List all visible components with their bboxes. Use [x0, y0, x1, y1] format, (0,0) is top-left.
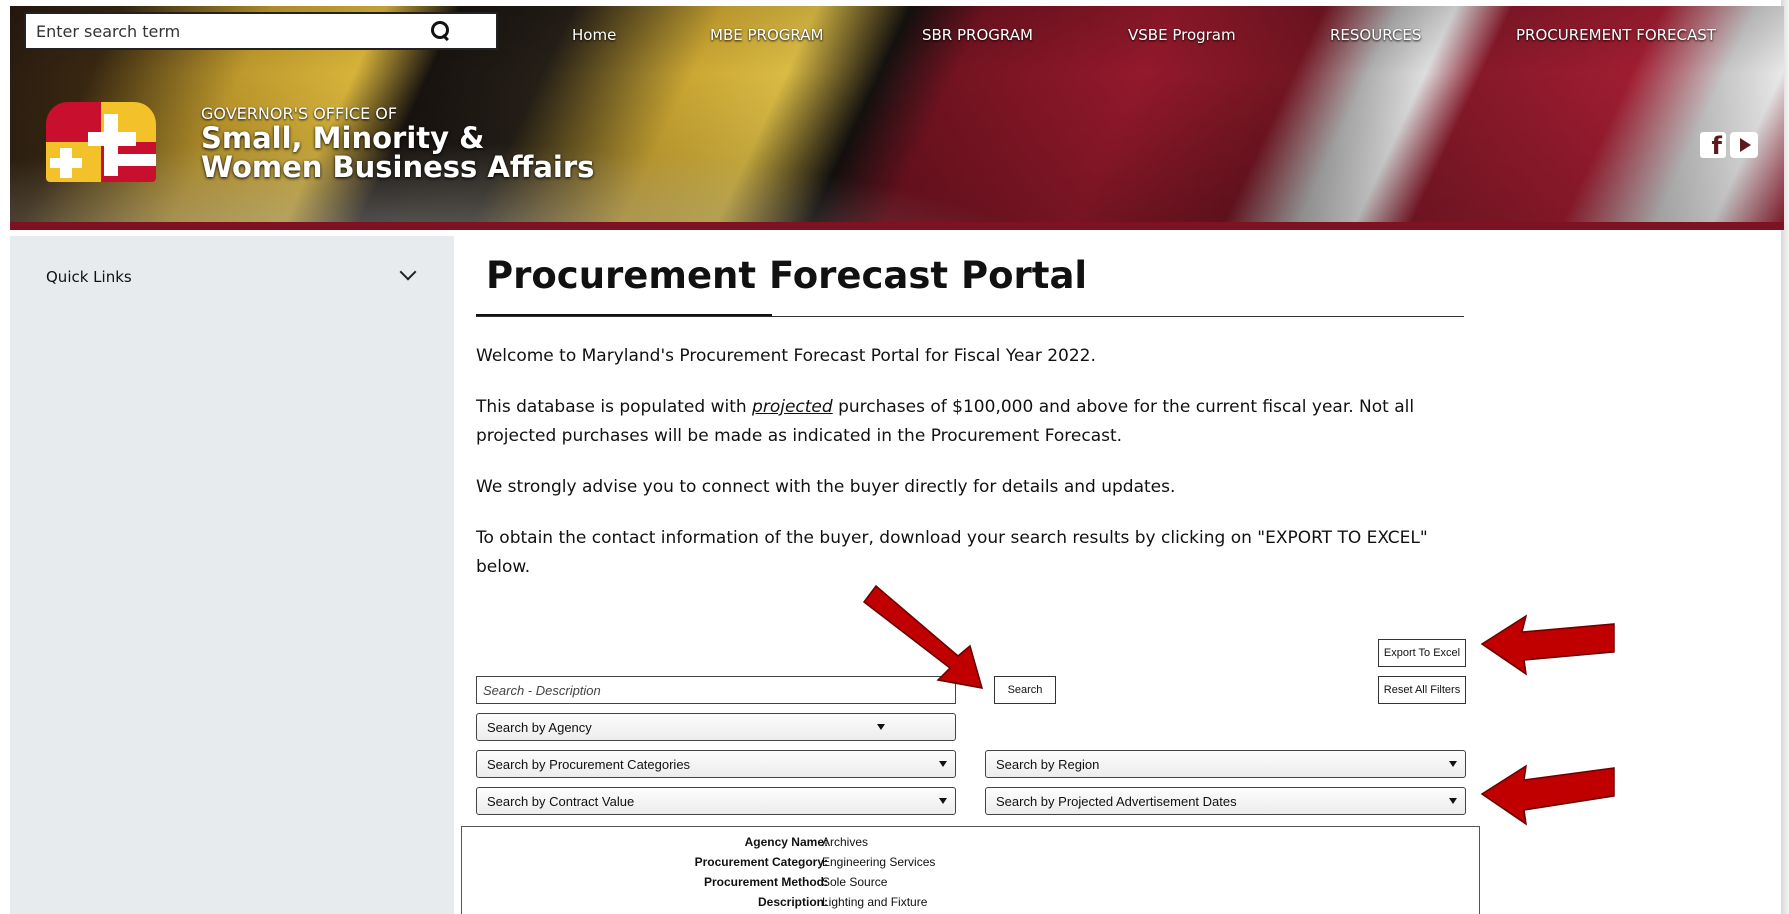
region-select[interactable]: Search by Region	[985, 750, 1466, 778]
categories-select-label: Search by Procurement Categories	[487, 756, 691, 772]
nav-mbe-program[interactable]: MBE PROGRAM	[710, 26, 823, 44]
result-value: Lighting and Fixture	[822, 895, 928, 909]
contract-value-select[interactable]: Search by Contract Value	[476, 787, 956, 815]
result-value: Engineering Services	[822, 855, 936, 869]
result-row: Description: Lighting and Fixture	[462, 895, 1481, 914]
youtube-icon[interactable]	[1730, 132, 1758, 158]
result-label: Description:	[757, 895, 828, 909]
maryland-logo[interactable]	[46, 102, 156, 182]
dropdown-caret-icon	[939, 761, 947, 767]
intro-text-part: This database is populated with	[476, 397, 753, 417]
agency-select[interactable]: Search by Agency	[476, 713, 956, 741]
title-underline	[476, 316, 1464, 317]
facebook-icon[interactable]	[1700, 132, 1726, 160]
search-button[interactable]: Search	[994, 676, 1056, 704]
result-record: Agency Name: Archives Procurement Catego…	[461, 826, 1480, 914]
result-label: Procurement Category:	[694, 855, 828, 869]
reset-all-filters-button[interactable]: Reset All Filters	[1378, 676, 1466, 704]
contract-value-select-label: Search by Contract Value	[487, 793, 635, 809]
dropdown-caret-icon	[1449, 798, 1457, 804]
chevron-down-icon[interactable]	[399, 263, 417, 281]
annotation-arrow-export	[1480, 614, 1615, 676]
search-icon[interactable]	[430, 20, 452, 42]
result-value: Sole Source	[822, 875, 888, 889]
result-row: Procurement Category: Engineering Servic…	[462, 855, 1481, 875]
header-banner: Home MBE PROGRAM SBR PROGRAM VSBE Progra…	[10, 6, 1784, 230]
nav-procurement-forecast[interactable]: PROCUREMENT FORECAST	[1516, 26, 1716, 44]
nav-vsbe-program[interactable]: VSBE Program	[1128, 26, 1236, 44]
site-search[interactable]	[24, 12, 498, 50]
result-label: Procurement Method:	[703, 875, 828, 889]
intro-paragraph-advice: We strongly advise you to connect with t…	[476, 477, 1176, 497]
result-label: Agency Name:	[744, 835, 828, 849]
page-title: Procurement Forecast Portal	[486, 254, 1088, 297]
sidebar: Quick Links	[10, 236, 454, 914]
intro-paragraph-export: To obtain the contact information of the…	[476, 528, 1428, 577]
dropdown-caret-icon	[877, 724, 885, 730]
org-title-line-2: Women Business Affairs	[201, 150, 595, 184]
result-row: Procurement Method: Sole Source	[462, 875, 1481, 895]
nav-sbr-program[interactable]: SBR PROGRAM	[922, 26, 1033, 44]
region-select-label: Search by Region	[996, 756, 1100, 772]
export-to-excel-button[interactable]: Export To Excel	[1378, 639, 1466, 667]
org-title-line-1: Small, Minority &	[201, 121, 485, 155]
nav-resources[interactable]: RESOURCES	[1330, 26, 1421, 44]
quick-links-toggle[interactable]: Quick Links	[46, 268, 132, 286]
social-links	[1700, 132, 1758, 160]
site-search-input[interactable]	[36, 21, 430, 41]
agency-select-label: Search by Agency	[487, 719, 592, 735]
result-value: Archives	[822, 835, 869, 849]
procurement-categories-select[interactable]: Search by Procurement Categories	[476, 750, 956, 778]
intro-paragraph-database: This database is populated with projecte…	[476, 393, 1476, 451]
intro-paragraph-welcome: Welcome to Maryland's Procurement Foreca…	[476, 346, 1096, 366]
ad-dates-select-label: Search by Projected Advertisement Dates	[996, 793, 1237, 809]
dropdown-caret-icon	[1449, 761, 1457, 767]
advertisement-dates-select[interactable]: Search by Projected Advertisement Dates	[985, 787, 1466, 815]
org-title[interactable]: Small, Minority & Women Business Affairs	[201, 124, 594, 182]
result-row: Agency Name: Archives	[462, 835, 1481, 855]
projected-emphasis: projected	[752, 397, 833, 417]
annotation-arrow-filters	[1480, 764, 1615, 826]
dropdown-caret-icon	[939, 798, 947, 804]
nav-home[interactable]: Home	[572, 26, 616, 44]
annotation-arrow-search	[862, 584, 984, 689]
maryland-flag-shield	[46, 102, 156, 182]
